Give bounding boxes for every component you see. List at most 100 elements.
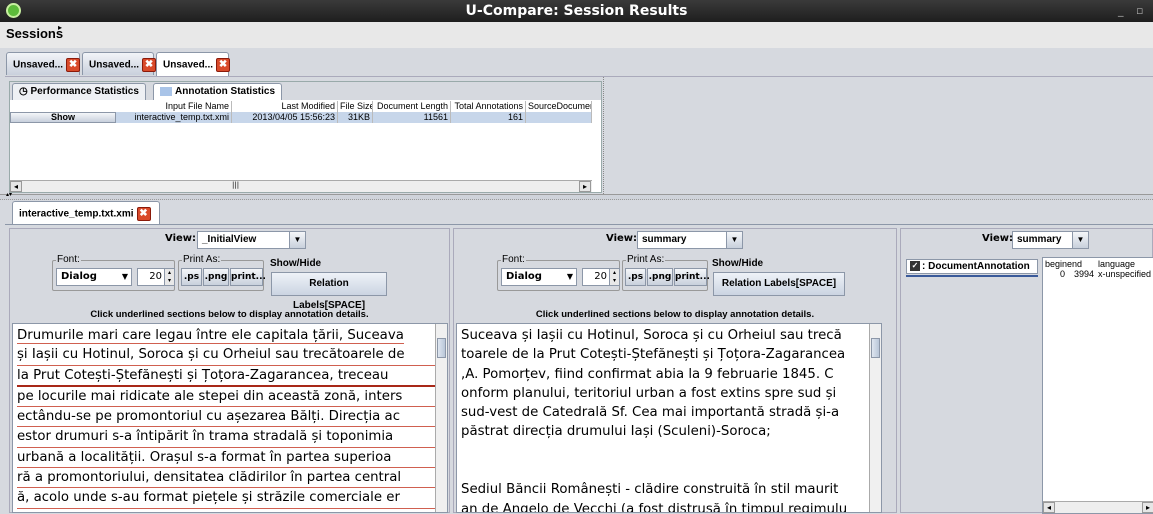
close-icon[interactable]: ✖ bbox=[136, 207, 151, 221]
tab-label: Annotation Statistics bbox=[175, 86, 276, 97]
print-ps-button[interactable]: .ps bbox=[181, 268, 202, 286]
tab-annotation-statistics[interactable]: Annotation Statistics bbox=[153, 83, 283, 100]
font-size-value: 20 bbox=[149, 271, 162, 282]
close-icon[interactable]: ✖ bbox=[66, 58, 81, 72]
session-tab-label: Unsaved... bbox=[13, 59, 64, 71]
column-header[interactable]: File Size bbox=[338, 101, 373, 112]
text-line[interactable] bbox=[461, 442, 877, 461]
document-annotation-item[interactable]: ✓: DocumentAnnotation bbox=[906, 259, 1038, 274]
text-line[interactable]: onform planului, teritoriul urban a fost… bbox=[461, 384, 877, 403]
font-size-spinner[interactable]: 20 ▴ ▾ bbox=[137, 268, 175, 286]
print-button[interactable]: print... bbox=[674, 268, 710, 286]
session-tab-2[interactable]: Unsaved... ✖ bbox=[82, 52, 157, 75]
spinner-arrows-icon[interactable]: ▴ ▾ bbox=[609, 269, 619, 285]
horizontal-scrollbar[interactable]: ◂ ▸ bbox=[1043, 501, 1153, 513]
font-group: Font: Dialog ▼ 20 ▴ ▾ bbox=[497, 254, 620, 291]
relation-labels-button[interactable]: Relation Labels[SPACE] bbox=[271, 272, 387, 311]
text-line[interactable]: estor drumuri s-a întipărit în trama str… bbox=[17, 427, 443, 448]
scroll-thumb[interactable] bbox=[437, 338, 446, 358]
text-line[interactable]: toarele de la Prut Cotești-Ștefănești și… bbox=[461, 345, 877, 364]
document-tab[interactable]: interactive_temp.txt.xmi ✖ bbox=[12, 201, 160, 224]
empty-panel bbox=[603, 77, 1153, 194]
column-header[interactable]: Document Length bbox=[373, 101, 451, 112]
annotated-span[interactable]: Drumurile mari care legau între ele capi… bbox=[17, 328, 404, 344]
view-select[interactable]: summary ▼ bbox=[1012, 231, 1089, 249]
session-tab-1[interactable]: Unsaved... ✖ bbox=[6, 52, 81, 75]
text-line[interactable]: și Iașii cu Hotinul, Soroca și cu Orheiu… bbox=[17, 345, 443, 366]
text-line[interactable]: pe locurile mai ridicate ale stepei din … bbox=[17, 387, 443, 408]
close-icon[interactable]: ✖ bbox=[216, 58, 231, 72]
font-size-spinner[interactable]: 20 ▴ ▾ bbox=[582, 268, 620, 286]
text-line[interactable]: ectându-se pe promontoriul cu așezarea B… bbox=[17, 407, 443, 428]
cell-file-name: interactive_temp.txt.xmi bbox=[116, 112, 232, 123]
text-line[interactable]: an de Angelo de Vecchi (a fost distrusă … bbox=[461, 500, 877, 512]
view-select[interactable]: summary ▼ bbox=[637, 231, 743, 249]
text-line[interactable]: sud-vest de Catedrală Sf. Cea mai import… bbox=[461, 403, 877, 422]
show-button[interactable]: Show bbox=[10, 112, 116, 123]
spinner-arrows-icon[interactable]: ▴ ▾ bbox=[164, 269, 174, 285]
print-group: Print As: .ps .png print... bbox=[622, 254, 710, 291]
document-text-area[interactable]: Drumurile mari care legau între ele capi… bbox=[12, 323, 448, 513]
relation-labels-button[interactable]: Relation Labels[SPACE] bbox=[713, 272, 845, 296]
scroll-thumb[interactable] bbox=[871, 338, 880, 358]
session-tabs: Unsaved... ✖ Unsaved... ✖ Unsaved... ✖ bbox=[0, 52, 1153, 77]
font-size-value: 20 bbox=[594, 271, 607, 282]
text-line[interactable]: Suceava și Iașii cu Hotinul, Soroca și c… bbox=[461, 326, 877, 345]
hint-text: Click underlined sections below to displ… bbox=[535, 309, 815, 320]
divider-arrows-icon[interactable]: ▴▾ bbox=[6, 191, 12, 198]
hint-text: Click underlined sections below to displ… bbox=[90, 309, 369, 320]
table-row[interactable]: Show interactive_temp.txt.xmi 2013/04/05… bbox=[10, 112, 592, 123]
scroll-right-icon[interactable]: ▸ bbox=[579, 181, 591, 192]
font-select[interactable]: Dialog ▼ bbox=[501, 268, 577, 286]
checkbox-icon[interactable]: ✓ bbox=[910, 261, 920, 272]
scroll-grip-icon[interactable]: ||| bbox=[232, 181, 239, 189]
text-line[interactable]: păstrat direcția drumului Iași (Sculeni)… bbox=[461, 422, 877, 441]
text-line[interactable]: ă, acolo unde s-au format piețele și str… bbox=[17, 488, 443, 509]
column-header[interactable]: Total Annotations bbox=[451, 101, 526, 112]
scroll-right-icon[interactable]: ▸ bbox=[1142, 502, 1153, 513]
scroll-left-icon[interactable]: ◂ bbox=[1043, 502, 1055, 513]
tab-performance-statistics[interactable]: ◷ Performance Statistics bbox=[12, 83, 146, 100]
menu-sessions[interactable]: Sessions bbox=[6, 26, 63, 41]
print-png-button[interactable]: .png bbox=[203, 268, 229, 286]
view-select[interactable]: _InitialView ▼ bbox=[197, 231, 306, 249]
horizontal-scrollbar[interactable]: ◂ ||| ▸ bbox=[10, 180, 592, 192]
column-header[interactable]: begin bbox=[1045, 259, 1067, 269]
minimize-button[interactable]: _ bbox=[1118, 4, 1124, 17]
vertical-scrollbar[interactable] bbox=[435, 324, 447, 512]
column-header[interactable]: end bbox=[1067, 259, 1082, 269]
cell-source-document bbox=[526, 112, 592, 123]
chevron-down-icon[interactable]: ▼ bbox=[1072, 232, 1088, 248]
view-select-value: summary bbox=[642, 234, 687, 245]
vertical-scrollbar[interactable] bbox=[869, 324, 881, 512]
print-ps-button[interactable]: .ps bbox=[625, 268, 646, 286]
text-line[interactable]: Drumurile mari care legau între ele capi… bbox=[17, 326, 443, 345]
annotation-table: begin end language 0 3994 x-unspecified … bbox=[1042, 257, 1153, 514]
column-header[interactable]: language bbox=[1098, 259, 1135, 269]
text-line[interactable]: ră a promontoriului, densitatea clădiril… bbox=[17, 468, 443, 489]
summary-text-area[interactable]: Suceava și Iașii cu Hotinul, Soroca și c… bbox=[456, 323, 882, 513]
cell-total-annotations: 161 bbox=[451, 112, 526, 123]
print-png-button[interactable]: .png bbox=[647, 268, 673, 286]
table-icon bbox=[160, 86, 172, 96]
chevron-down-icon[interactable]: ▼ bbox=[726, 232, 742, 248]
font-select[interactable]: Dialog ▼ bbox=[56, 268, 132, 286]
text-line[interactable] bbox=[461, 461, 877, 480]
split-divider[interactable]: ▴▾ bbox=[0, 191, 1153, 200]
chevron-down-icon[interactable]: ▼ bbox=[567, 272, 573, 281]
text-line[interactable]: la Prut Cotești-Ștefănești și Țoțora-Zag… bbox=[17, 366, 443, 387]
column-header[interactable]: Last Modified bbox=[232, 101, 338, 112]
text-line[interactable]: Sediul Băncii Românești - clădire constr… bbox=[461, 480, 877, 499]
print-button[interactable]: print... bbox=[230, 268, 266, 286]
text-line[interactable]: urbană a localității. Orașul s-a format … bbox=[17, 448, 443, 469]
column-header[interactable]: SourceDocument bbox=[526, 101, 592, 112]
font-legend: Font: bbox=[56, 254, 81, 265]
chevron-down-icon[interactable]: ▼ bbox=[122, 272, 128, 281]
maximize-button[interactable]: ▫ bbox=[1136, 4, 1143, 17]
print-group: Print As: .ps .png print... bbox=[178, 254, 266, 291]
column-header[interactable]: Input File Name bbox=[10, 101, 232, 112]
close-icon[interactable]: ✖ bbox=[142, 58, 157, 72]
chevron-down-icon[interactable]: ▼ bbox=[289, 232, 305, 248]
text-line[interactable]: ,A. Pomorțev, fiind confirmat abia la 9 … bbox=[461, 365, 877, 384]
session-tab-3[interactable]: Unsaved... ✖ bbox=[156, 52, 231, 77]
